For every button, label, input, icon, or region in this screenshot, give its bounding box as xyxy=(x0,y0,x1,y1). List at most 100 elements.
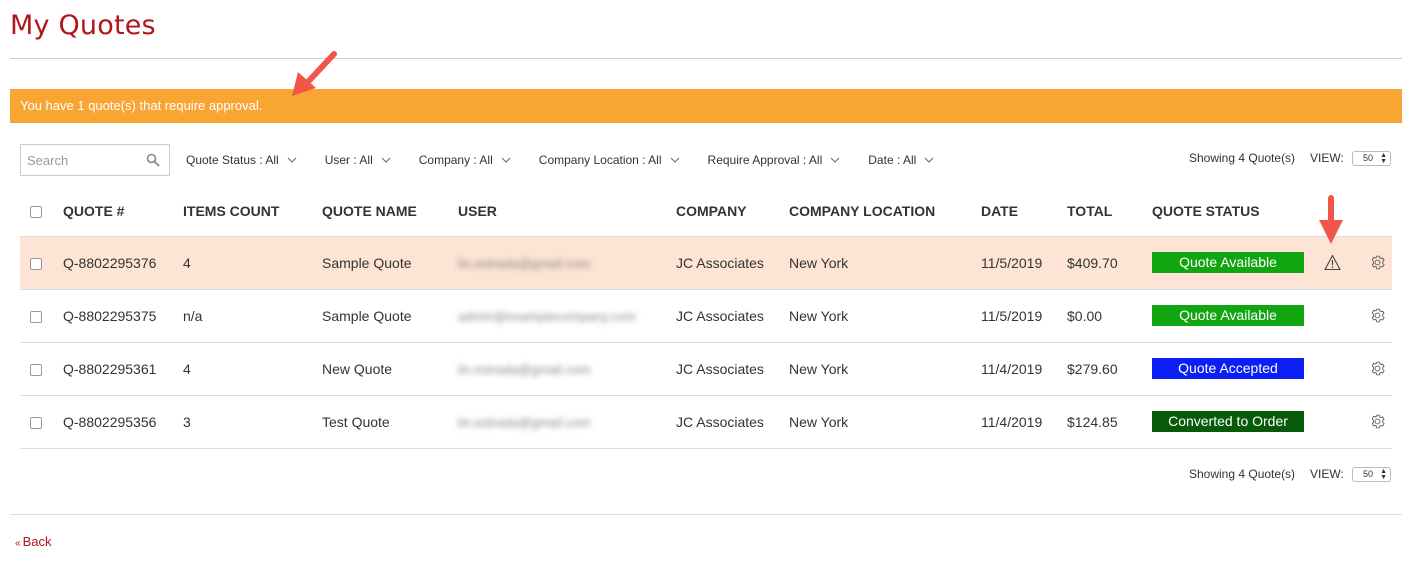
items-count: n/a xyxy=(183,289,322,343)
company: JC Associates xyxy=(676,236,789,290)
user-email-blurred: lin.estrada@gmail.com xyxy=(458,361,591,377)
filter-quote-status[interactable]: Quote Status : All xyxy=(186,153,297,167)
row-select-cell xyxy=(20,395,63,449)
actions-cell xyxy=(1356,342,1392,396)
header-quote-status[interactable]: QUOTE STATUS xyxy=(1152,186,1316,237)
company-location: New York xyxy=(789,395,981,449)
quote-date: 11/4/2019 xyxy=(981,342,1067,396)
status-badge: Quote Available xyxy=(1152,305,1304,326)
quote-number[interactable]: Q-8802295361 xyxy=(63,342,183,396)
user-email-blurred: lin.estrada@gmail.com xyxy=(458,414,591,430)
user-email-blurred: lin.estrada@gmail.com xyxy=(458,255,591,271)
row-select-cell xyxy=(20,342,63,396)
filter-label: Date : All xyxy=(868,153,917,167)
status-badge: Quote Accepted xyxy=(1152,358,1304,379)
back-arrow-icon: « xyxy=(15,538,21,549)
status-cell: Quote Available xyxy=(1152,236,1316,290)
row-checkbox[interactable] xyxy=(30,363,42,376)
chevron-down-icon xyxy=(830,157,840,163)
company: JC Associates xyxy=(676,289,789,343)
status-cell: Converted to Order xyxy=(1152,395,1316,449)
select-all-checkbox[interactable] xyxy=(30,206,42,219)
view-label-bottom: VIEW: xyxy=(1310,467,1344,481)
page-size-value: 50 xyxy=(1363,469,1374,479)
user-cell: lin.estrada@gmail.com xyxy=(458,236,676,290)
updown-arrows-icon: ▲ ▼ xyxy=(1380,468,1387,481)
warning-icon[interactable] xyxy=(1324,254,1341,271)
table-row[interactable]: Q-8802295361 4 New Quote lin.estrada@gma… xyxy=(20,342,1392,396)
updown-arrows-icon: ▲ ▼ xyxy=(1380,152,1387,165)
filter-require-approval[interactable]: Require Approval : All xyxy=(708,153,841,167)
header-date[interactable]: DATE xyxy=(981,186,1067,237)
annotation-arrow-warning xyxy=(1319,195,1343,244)
items-count: 3 xyxy=(183,395,322,449)
back-link[interactable]: «Back xyxy=(15,534,51,549)
quote-total: $0.00 xyxy=(1067,289,1152,343)
page-size-value: 50 xyxy=(1363,153,1374,163)
filter-company[interactable]: Company : All xyxy=(419,153,511,167)
chevron-down-icon xyxy=(381,157,391,163)
table-row[interactable]: Q-8802295376 4 Sample Quote lin.estrada@… xyxy=(20,236,1392,290)
filter-user[interactable]: User : All xyxy=(325,153,391,167)
search-input[interactable] xyxy=(21,145,141,175)
user-cell: admin@examplecompany.com xyxy=(458,289,676,343)
status-cell: Quote Available xyxy=(1152,289,1316,343)
back-label: Back xyxy=(22,534,52,549)
company-location: New York xyxy=(789,289,981,343)
header-company-location[interactable]: COMPANY LOCATION xyxy=(789,186,981,237)
row-checkbox[interactable] xyxy=(30,257,42,270)
chevron-down-icon xyxy=(287,157,297,163)
search-icon[interactable] xyxy=(146,153,160,167)
row-checkbox[interactable] xyxy=(30,310,42,323)
annotation-arrow-alert xyxy=(292,51,337,96)
table-row[interactable]: Q-8802295375 n/a Sample Quote admin@exam… xyxy=(20,289,1392,343)
page-size-select-bottom[interactable]: 50 ▲ ▼ xyxy=(1352,467,1391,482)
quote-number[interactable]: Q-8802295376 xyxy=(63,236,183,290)
select-all-cell xyxy=(20,186,63,237)
row-select-cell xyxy=(20,236,63,290)
result-count-bottom: Showing 4 Quote(s) xyxy=(1189,467,1296,481)
approval-cell xyxy=(1316,395,1356,449)
filter-company-location[interactable]: Company Location : All xyxy=(539,153,680,167)
row-select-cell xyxy=(20,289,63,343)
quote-name: Test Quote xyxy=(322,395,458,449)
header-quote-name[interactable]: QUOTE NAME xyxy=(322,186,458,237)
page-size-select-top[interactable]: 50 ▲ ▼ xyxy=(1352,151,1391,166)
view-label-top: VIEW: xyxy=(1310,151,1344,165)
gear-icon[interactable] xyxy=(1369,307,1386,324)
gear-icon[interactable] xyxy=(1369,254,1386,271)
actions-cell xyxy=(1356,236,1392,290)
header-quote-number[interactable]: QUOTE # xyxy=(63,186,183,237)
table-row[interactable]: Q-8802295356 3 Test Quote lin.estrada@gm… xyxy=(20,395,1392,449)
header-total[interactable]: TOTAL xyxy=(1067,186,1152,237)
gear-icon[interactable] xyxy=(1369,413,1386,430)
quote-number[interactable]: Q-8802295375 xyxy=(63,289,183,343)
company-location: New York xyxy=(789,236,981,290)
header-items-count[interactable]: ITEMS COUNT xyxy=(183,186,322,237)
quote-name: Sample Quote xyxy=(322,289,458,343)
quote-name: Sample Quote xyxy=(322,236,458,290)
filter-label: Company Location : All xyxy=(538,153,662,167)
filter-date[interactable]: Date : All xyxy=(868,153,934,167)
header-actions xyxy=(1356,186,1392,237)
header-user[interactable]: USER xyxy=(458,186,676,237)
search-box[interactable] xyxy=(20,144,170,176)
quotes-table: QUOTE # ITEMS COUNT QUOTE NAME USER COMP… xyxy=(20,186,1392,449)
quote-number[interactable]: Q-8802295356 xyxy=(63,395,183,449)
items-count: 4 xyxy=(183,236,322,290)
table-header-row: QUOTE # ITEMS COUNT QUOTE NAME USER COMP… xyxy=(20,186,1392,237)
chevron-down-icon xyxy=(501,157,511,163)
filter-label: Require Approval : All xyxy=(707,153,823,167)
gear-icon[interactable] xyxy=(1369,360,1386,377)
page-title: My Quotes xyxy=(10,10,156,41)
row-checkbox[interactable] xyxy=(30,416,42,429)
actions-cell xyxy=(1356,395,1392,449)
approval-alert-banner: You have 1 quote(s) that require approva… xyxy=(10,89,1402,123)
filter-label: User : All xyxy=(324,153,373,167)
header-company[interactable]: COMPANY xyxy=(676,186,789,237)
quote-date: 11/4/2019 xyxy=(981,395,1067,449)
quote-date: 11/5/2019 xyxy=(981,236,1067,290)
approval-cell xyxy=(1316,289,1356,343)
chevron-down-icon xyxy=(924,157,934,163)
quote-total: $279.60 xyxy=(1067,342,1152,396)
